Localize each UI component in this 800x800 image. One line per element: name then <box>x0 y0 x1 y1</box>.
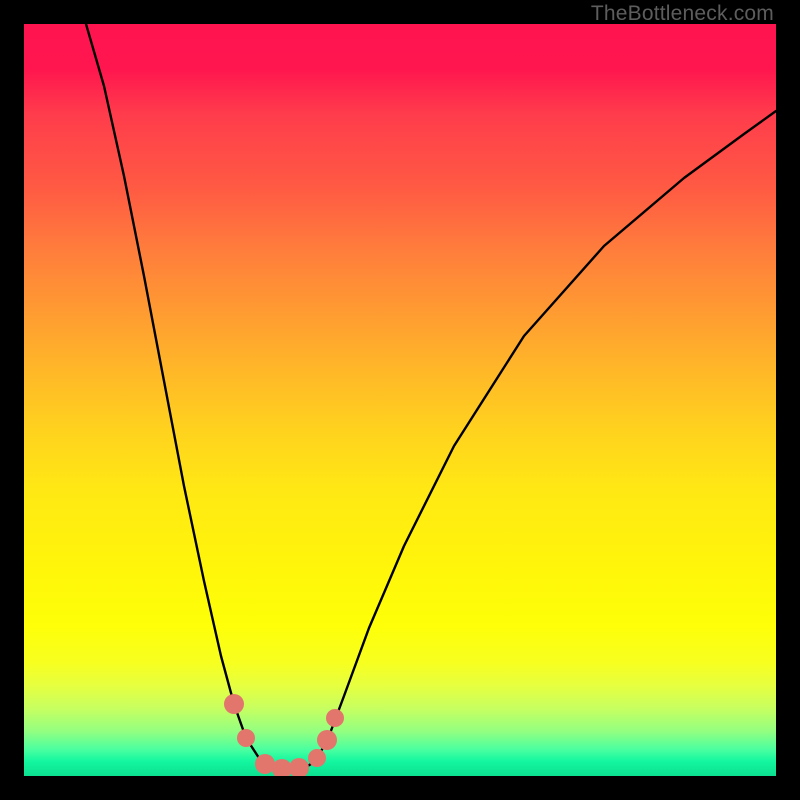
chart-svg <box>24 24 776 776</box>
marker-dot <box>237 729 255 747</box>
markers-group <box>224 694 344 776</box>
marker-dot <box>272 759 292 776</box>
watermark-text: TheBottleneck.com <box>591 2 774 26</box>
marker-dot <box>317 730 337 750</box>
marker-dot <box>224 694 244 714</box>
marker-dot <box>255 754 275 774</box>
chart-plot-area <box>24 24 776 776</box>
marker-dot <box>308 749 326 767</box>
marker-dot <box>326 709 344 727</box>
marker-dot <box>289 758 309 776</box>
curve-line <box>86 24 776 770</box>
